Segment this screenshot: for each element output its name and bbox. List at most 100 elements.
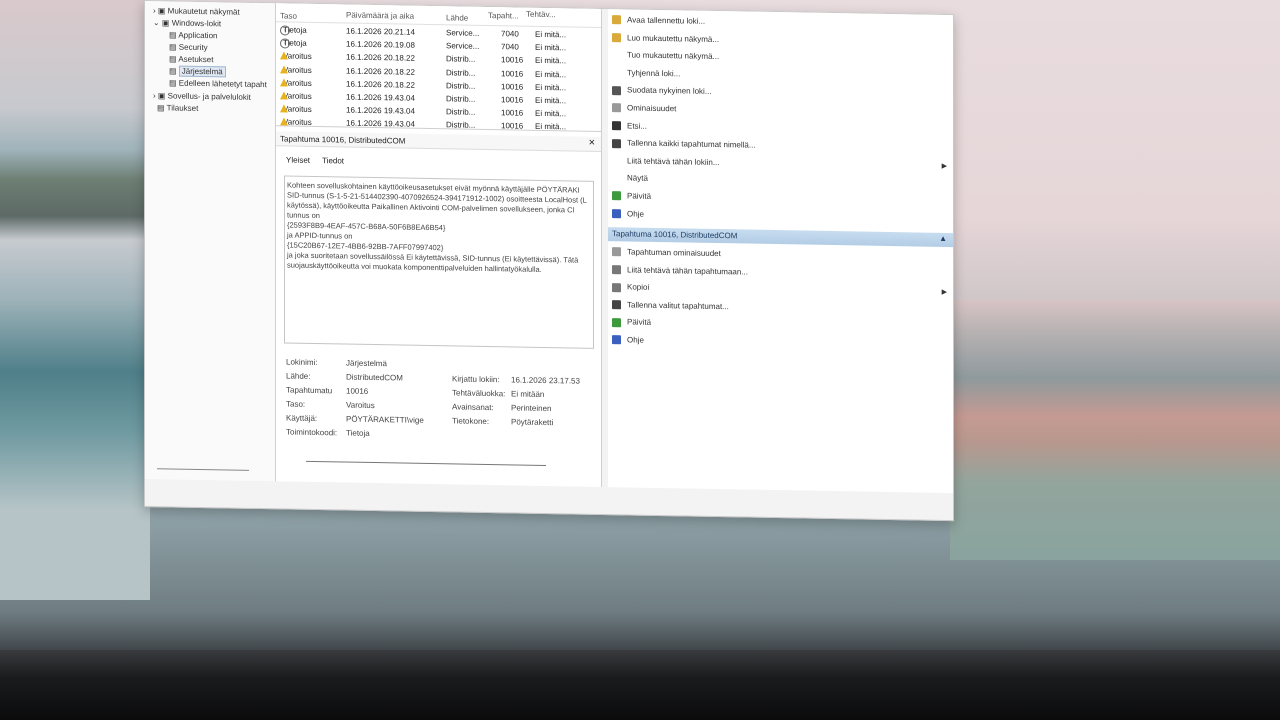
cell-event-id: 10016 — [501, 108, 524, 118]
prop-label-user: Käyttäjä: — [286, 413, 318, 424]
monitor-bezel — [0, 650, 1280, 720]
action-item[interactable]: Näytä — [612, 174, 648, 184]
cell-task: Ei mitä... — [535, 122, 567, 132]
prop-label-opcode: Toimintokoodi: — [286, 427, 338, 438]
action-label: Kopioi — [627, 282, 650, 293]
prop-label-log: Lokinimi: — [286, 357, 318, 368]
submenu-arrow-icon[interactable]: ▶ — [942, 288, 947, 296]
tree-item-settings[interactable]: ▤ Asetukset — [169, 54, 213, 64]
tab-general[interactable]: Yleiset — [286, 155, 310, 164]
cell-task: Ei mitä... — [535, 43, 567, 53]
tree-item-security[interactable]: ▤ Security — [169, 42, 208, 52]
cell-source: Distrib... — [446, 94, 476, 104]
column-level[interactable]: Taso — [280, 11, 297, 20]
actions-section-title: Tapahtuma 10016, DistributedCOM — [612, 229, 738, 241]
cell-event-id: 10016 — [501, 95, 524, 105]
actions-section-header[interactable]: Tapahtuma 10016, DistributedCOM ▲ — [608, 227, 953, 248]
prop-task-category: Ei mitään — [511, 389, 545, 399]
wallpaper-right — [950, 300, 1280, 560]
help-icon — [612, 335, 621, 345]
tree-item-windows-logs[interactable]: ⌄ ▣ Windows-lokit — [153, 18, 221, 28]
cell-source: Distrib... — [446, 120, 476, 131]
prop-computer: Pöytäraketti — [511, 417, 554, 428]
detail-tabs: Yleiset Tiedot — [286, 155, 354, 165]
collapse-icon[interactable]: ▲ — [939, 234, 947, 243]
action-item[interactable]: Ohje — [612, 335, 644, 345]
cell-task: Ei mitä... — [535, 69, 567, 79]
prop-label-computer: Tietokone: — [452, 416, 490, 427]
cell-event-id: 10016 — [501, 68, 524, 79]
action-item[interactable]: Ominaisuudet — [612, 103, 676, 114]
cell-event-id: 10016 — [501, 55, 524, 66]
action-item[interactable]: Päivitä — [612, 318, 651, 328]
action-item[interactable]: Tuo mukautettu näkymä... — [612, 50, 720, 62]
warning-icon — [280, 104, 288, 113]
event-description[interactable]: Kohteen sovelluskohtainen käyttöoikeusas… — [284, 175, 594, 349]
action-label: Tapahtuman ominaisuudet — [627, 247, 721, 259]
funnel-icon — [612, 85, 621, 96]
action-item[interactable]: Päivitä — [612, 191, 651, 201]
action-item[interactable]: Tallenna valitut tapahtumat... — [612, 300, 729, 311]
close-icon[interactable]: × — [589, 137, 595, 149]
wallpaper-left — [0, 0, 150, 600]
action-label: Tuo mukautettu näkymä... — [627, 50, 720, 62]
action-item[interactable]: Tallenna kaikki tapahtumat nimellä... — [612, 138, 756, 150]
action-label: Liitä tehtävä tähän lokiin... — [627, 156, 720, 167]
save-icon — [612, 138, 621, 148]
cell-level: Varoitus — [280, 104, 312, 114]
tree-item-custom-views[interactable]: › ▣ Mukautetut näkymät — [153, 6, 240, 17]
event-detail-title: Tapahtuma 10016, DistributedCOM — [280, 134, 406, 146]
prop-user: PÖYTÄRAKETTI\vige — [346, 414, 424, 425]
detail-scrollbar[interactable] — [306, 460, 546, 467]
tree-scrollbar[interactable] — [157, 468, 249, 471]
cell-level: i Tietoja — [280, 38, 307, 49]
info-icon: i — [280, 25, 290, 36]
tree-item-forwarded-events[interactable]: ▤ Edelleen lähetetyt tapaht — [169, 78, 267, 89]
blank-icon — [612, 156, 621, 165]
cell-date: 16.1.2026 20.19.08 — [346, 39, 415, 50]
warning-icon — [280, 91, 288, 100]
action-label: Luo mukautettu näkymä... — [627, 33, 720, 44]
action-item[interactable]: Avaa tallennettu loki... — [612, 15, 705, 26]
action-item[interactable]: Tyhjennä loki... — [612, 68, 680, 79]
binoculars-icon — [612, 121, 621, 131]
cell-level: Varoitus — [280, 78, 312, 88]
cell-task: Ei mitä... — [535, 29, 567, 40]
properties-icon — [612, 247, 621, 257]
action-item[interactable]: Liitä tehtävä tähän tapahtumaan... — [612, 265, 748, 277]
prop-label-task-category: Tehtäväluokka: — [452, 388, 506, 399]
prop-keywords: Perinteinen — [511, 403, 552, 414]
actions-pane: Avaa tallennettu loki... Luo mukautettu n… — [608, 9, 953, 494]
column-date[interactable]: Päivämäärä ja aika — [346, 11, 414, 21]
action-item[interactable]: Tapahtuman ominaisuudet — [612, 247, 721, 258]
action-item[interactable]: Ohje — [612, 209, 644, 219]
action-label: Liitä tehtävä tähän tapahtumaan... — [627, 265, 748, 277]
tree-item-application[interactable]: ▤ Application — [169, 30, 217, 40]
tree-item-app-service-logs[interactable]: › ▣ Sovellus- ja palvelulokit — [153, 91, 251, 102]
action-item[interactable]: Liitä tehtävä tähän lokiin... — [612, 156, 720, 167]
cell-date: 16.1.2026 19.43.04 — [346, 105, 415, 116]
navigation-tree: › ▣ Mukautetut näkymät ⌄ ▣ Windows-lokit… — [145, 1, 276, 482]
cell-date: 16.1.2026 20.21.14 — [346, 26, 415, 37]
column-event-id[interactable]: Tapaht... — [488, 11, 519, 21]
tree-item-subscriptions[interactable]: ▤ Tilaukset — [157, 103, 198, 113]
action-item[interactable]: Suodata nykyinen loki... — [612, 86, 712, 97]
action-item[interactable]: Kopioi — [612, 282, 649, 292]
submenu-arrow-icon[interactable]: ▶ — [942, 162, 947, 170]
action-item[interactable]: Etsi... — [612, 121, 647, 131]
column-task[interactable]: Tehtäv... — [526, 10, 556, 20]
action-item[interactable]: Luo mukautettu näkymä... — [612, 33, 719, 44]
column-source[interactable]: Lähde — [446, 13, 468, 22]
cell-level: Varoitus — [280, 64, 312, 75]
tab-details[interactable]: Tiedot — [322, 156, 344, 165]
prop-log: Järjestelmä — [346, 358, 387, 369]
event-detail-header: Tapahtuma 10016, DistributedCOM × — [276, 131, 601, 152]
cell-task: Ei mitä... — [535, 109, 567, 119]
prop-label-logged: Kirjattu lokiin: — [452, 374, 500, 385]
warning-icon — [280, 51, 288, 60]
cell-date: 16.1.2026 19.43.04 — [346, 92, 415, 103]
action-label: Suodata nykyinen loki... — [627, 85, 712, 97]
prop-logged: 16.1.2026 23.17.53 — [511, 375, 580, 386]
tree-item-system[interactable]: ▤ Järjestelmä — [169, 65, 226, 78]
cell-task: Ei mitä... — [535, 95, 567, 106]
